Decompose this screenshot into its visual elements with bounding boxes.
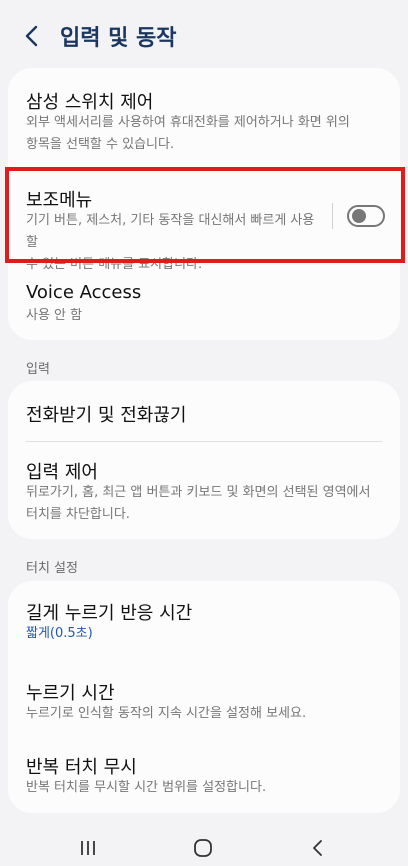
back-button[interactable] [14, 18, 50, 54]
item-title: 삼성 스위치 제어 [26, 92, 154, 113]
chevron-left-icon [25, 25, 38, 47]
home-icon [194, 839, 212, 857]
nav-back-icon [313, 840, 322, 856]
item-subtitle: 반복 터치를 무시할 시간 범위를 설정합니다. [26, 780, 267, 795]
settings-card-input: 전화받기 및 전화끊기 입력 제어 뒤로가기, 홈, 최근 앱 버튼과 키보드 … [8, 381, 400, 539]
item-subtitle: 사용 안 함 [26, 308, 83, 323]
item-ignore-repeated-touches[interactable]: 반복 터치 무시 반복 터치를 무시할 시간 범위를 설정합니다. [8, 737, 400, 813]
item-subtitle: 누르기로 인식할 동작의 지속 시간을 설정해 보세요. [26, 706, 307, 721]
recents-button[interactable] [68, 834, 108, 862]
home-button[interactable] [183, 834, 223, 862]
item-title: 입력 제어 [26, 462, 98, 483]
page-title: 입력 및 동작 [60, 26, 177, 51]
recents-icon [81, 841, 95, 855]
item-subtitle-text: 뒤로가기, 홈, 최근 앱 버튼과 키보드 및 화면의 선택된 영역에서 터치를… [26, 485, 371, 522]
item-subtitle-text: 외부 액세서리를 사용하여 휴대전화를 제어하거나 화면 위의 항목을 선택할 … [26, 115, 350, 152]
item-title: 누르기 시간 [26, 683, 115, 704]
item-interaction-control[interactable]: 입력 제어 뒤로가기, 홈, 최근 앱 버튼과 키보드 및 화면의 선택된 영역… [8, 442, 400, 539]
settings-card-touch: 길게 누르기 반응 시간 짧게(0.5초) 누르기 시간 누르기로 인식할 동작… [8, 581, 400, 813]
item-title: 반복 터치 무시 [26, 757, 137, 778]
item-title: Voice Access [26, 282, 142, 303]
item-voice-access[interactable]: Voice Access 사용 안 함 [8, 268, 400, 340]
section-label-input: 입력 [26, 362, 50, 377]
item-subtitle: 외부 액세서리를 사용하여 휴대전화를 제어하거나 화면 위의 항목을 선택할 … [26, 112, 350, 156]
highlight-box [5, 167, 405, 263]
item-answer-end-calls[interactable]: 전화받기 및 전화끊기 [8, 381, 400, 441]
item-subtitle: 뒤로가기, 홈, 최근 앱 버튼과 키보드 및 화면의 선택된 영역에서 터치를… [26, 482, 370, 526]
item-touch-hold-delay[interactable]: 길게 누르기 반응 시간 짧게(0.5초) [8, 581, 400, 661]
item-title: 길게 누르기 반응 시간 [26, 603, 193, 624]
nav-back-button[interactable] [298, 834, 338, 862]
item-switch-control[interactable]: 삼성 스위치 제어 외부 액세서리를 사용하여 휴대전화를 제어하거나 화면 위… [8, 68, 400, 160]
section-label-touch: 터치 설정 [26, 561, 78, 576]
item-tap-duration[interactable]: 누르기 시간 누르기로 인식할 동작의 지속 시간을 설정해 보세요. [8, 663, 400, 735]
app-bar: 입력 및 동작 [0, 0, 408, 66]
navigation-bar [0, 828, 408, 866]
item-subtitle: 짧게(0.5초) [26, 626, 93, 641]
item-title: 전화받기 및 전화끊기 [26, 405, 187, 426]
